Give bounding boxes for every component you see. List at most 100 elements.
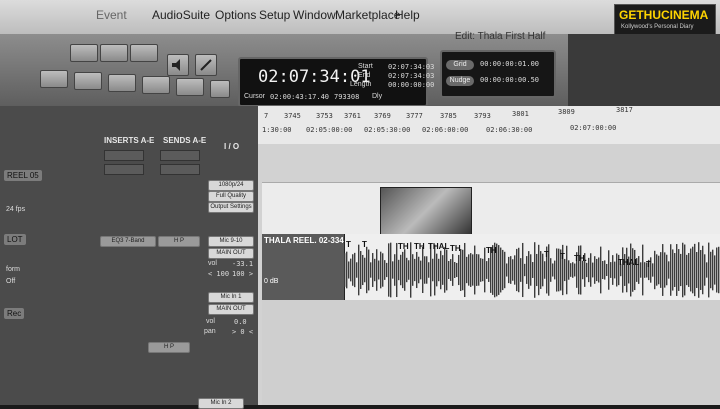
ch2-input-select[interactable]: Mic In 1 <box>208 292 254 303</box>
speaker-icon[interactable] <box>167 54 189 76</box>
eq-plugin-insert[interactable]: EQ3 7-Band <box>100 236 156 247</box>
end-value[interactable]: 02:07:34:03 <box>388 72 434 80</box>
bar-marker: 3785 <box>440 112 457 120</box>
pencil-icon[interactable] <box>195 54 217 76</box>
ch1-vol-label: vol <box>208 260 217 267</box>
logo-tagline: Kollywood's Personal Diary <box>621 24 694 30</box>
send-slot[interactable] <box>160 164 200 175</box>
cursor-label: Cursor <box>244 93 266 100</box>
bar-marker: 3753 <box>316 112 333 120</box>
clip-label[interactable]: TH <box>414 242 425 251</box>
timecode-marker: 02:07:00:00 <box>570 124 617 132</box>
ch2-vol-value[interactable]: 0.0 <box>234 318 247 326</box>
grid-value[interactable]: 00:00:00:01.00 <box>480 60 539 68</box>
video-format-select[interactable]: 1080p/24 <box>208 180 254 191</box>
ch2-pan-value[interactable]: > 0 < <box>232 328 253 336</box>
track-label-rec[interactable]: Rec <box>4 308 25 319</box>
menu-options[interactable]: Options <box>215 8 256 22</box>
insert-slot[interactable] <box>104 164 144 175</box>
io-header: I / O <box>224 142 240 151</box>
mode-spot-button[interactable] <box>108 74 136 92</box>
output-settings-button[interactable]: Output Settings <box>208 202 254 213</box>
send-slot[interactable] <box>160 150 200 161</box>
length-label: Length <box>350 81 372 88</box>
hp-send-button[interactable]: H P <box>158 236 200 247</box>
track-label-lot[interactable]: LOT <box>4 234 26 245</box>
insert-slot[interactable] <box>104 150 144 161</box>
clip-label[interactable]: THAL <box>428 242 449 251</box>
nudge-label[interactable]: Nudge <box>446 76 474 86</box>
bar-marker: 3817 <box>616 106 633 114</box>
clip-label[interactable]: TH <box>398 242 409 251</box>
ch1-pan-right[interactable]: 100 > <box>232 270 253 278</box>
clip-label[interactable]: T <box>544 250 549 259</box>
edit-window-title: Edit: Thala First Half <box>455 31 546 42</box>
hp-send-button-2[interactable]: H P <box>148 342 190 353</box>
clip-label[interactable]: T <box>560 252 565 261</box>
start-label: Start <box>358 63 373 70</box>
cursor-value: 02:00:43:17.40 <box>270 93 330 101</box>
length-value[interactable]: 00:00:00:00 <box>388 81 434 89</box>
delay-label[interactable]: Dly <box>372 93 382 100</box>
select-tool-button[interactable] <box>130 44 158 62</box>
inserts-header: INSERTS A-E <box>104 136 155 145</box>
timecode-marker: 1:30:00 <box>262 126 292 134</box>
sample-readout: 793308 <box>334 93 360 101</box>
clip-label[interactable]: TH <box>450 244 461 253</box>
nudge-value[interactable]: 00:00:00:00.50 <box>480 76 539 84</box>
bar-marker: 3809 <box>558 108 575 116</box>
menu-event[interactable]: Event <box>96 8 127 22</box>
audio-clip[interactable]: THALA REEL. 02-334 0 dB <box>262 234 345 300</box>
ch1-vol-value[interactable]: -33.1 <box>232 260 253 268</box>
ch3-input-select[interactable]: Mic In 2 <box>198 398 244 409</box>
menu-audiosuite[interactable]: AudioSuite <box>152 8 210 22</box>
clip-gain: 0 dB <box>264 278 279 285</box>
video-track[interactable] <box>262 182 720 236</box>
fps-label: 24 fps <box>6 206 26 213</box>
clip-label[interactable]: T <box>646 260 651 269</box>
timeline-ruler[interactable]: 7 3745 3753 3761 3769 3777 3785 3793 380… <box>258 106 720 144</box>
timecode-marker: 02:05:00:00 <box>306 126 353 134</box>
video-thumbnail[interactable] <box>380 187 472 235</box>
menu-setup[interactable]: Setup <box>259 8 290 22</box>
ch2-output-select[interactable]: MAIN OUT <box>208 304 254 315</box>
menu-window[interactable]: Window <box>293 8 336 22</box>
grid-label[interactable]: Grid <box>446 60 474 70</box>
grid-nudge-panel: Grid 00:00:00:01.00 Nudge 00:00:00:00.50 <box>440 50 556 98</box>
track-label-reel[interactable]: REEL 05 <box>4 170 42 181</box>
logo-name: GETHUCINEMA <box>619 8 709 22</box>
bar-marker: 3801 <box>512 110 529 118</box>
clip-label[interactable]: T <box>362 240 367 249</box>
start-value[interactable]: 02:07:34:03 <box>388 63 434 71</box>
menu-marketplace[interactable]: Marketplace <box>335 8 400 22</box>
trim-tool-button[interactable] <box>100 44 128 62</box>
timecode-marker: 02:06:00:00 <box>422 126 469 134</box>
clip-label[interactable]: T <box>346 240 351 249</box>
video-quality-select[interactable]: Full Quality <box>208 191 254 202</box>
bar-marker: 3769 <box>374 112 391 120</box>
bar-marker: 7 <box>264 112 269 120</box>
off-label: Off <box>6 278 16 285</box>
menu-help[interactable]: Help <box>395 8 420 22</box>
audio-track[interactable]: THALA REEL. 02-334 0 dB T T TH TH THAL T… <box>262 234 720 301</box>
zoom-button[interactable] <box>70 44 98 62</box>
clip-label[interactable]: TH <box>486 246 497 255</box>
tab-to-transient-button[interactable] <box>176 78 204 96</box>
sends-header: SENDS A-E <box>163 136 207 145</box>
ch1-input-select[interactable]: Mic 9-10 <box>208 236 254 247</box>
end-label: End <box>358 72 371 79</box>
bar-marker: 3777 <box>406 112 423 120</box>
mode-grid-button[interactable] <box>142 76 170 94</box>
bar-marker: 3793 <box>474 112 491 120</box>
ch1-output-select[interactable]: MAIN OUT <box>208 248 254 259</box>
mode-shuffle-button[interactable] <box>40 70 68 88</box>
clip-label[interactable]: THAL <box>618 258 639 267</box>
bar-marker: 3745 <box>284 112 301 120</box>
right-toolbar-panel <box>568 34 720 106</box>
ch2-pan-label: pan <box>204 328 216 335</box>
ch1-pan-left[interactable]: < 100 <box>208 270 229 278</box>
mode-slip-button[interactable] <box>74 72 102 90</box>
empty-track-area[interactable] <box>262 300 720 405</box>
clip-label[interactable]: TH. <box>574 254 587 263</box>
link-button[interactable] <box>210 80 230 98</box>
